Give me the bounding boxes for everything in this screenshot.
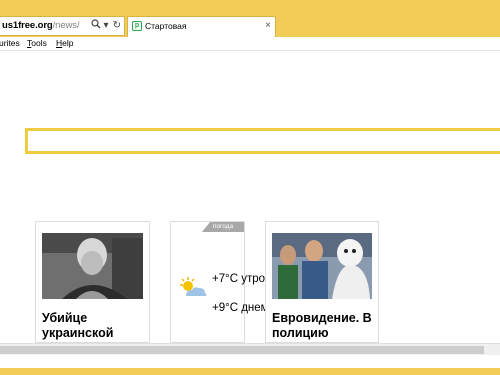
menu-favourites[interactable]: urites [0, 38, 20, 48]
news-image-1[interactable] [42, 233, 143, 299]
weather-tag: погода [202, 222, 244, 232]
news-title-1[interactable]: Убийце украинской [42, 311, 149, 341]
address-bar[interactable]: us1free.org/news/ ▾ ↻ [0, 16, 125, 36]
tab-startovaya[interactable]: p Стартовая × [127, 16, 276, 37]
taskbar [0, 368, 500, 375]
news-title-2[interactable]: Евровидение. В полицию [272, 311, 378, 341]
url-text[interactable]: us1free.org/news/ [2, 20, 80, 31]
menu-help[interactable]: Help [56, 38, 73, 48]
partly-cloudy-icon [178, 276, 208, 300]
menu-tools[interactable]: Tools [27, 38, 47, 48]
menu-bar: urites Tools Help [0, 37, 500, 51]
weather-day: +9°C днем [212, 302, 269, 314]
search-input[interactable] [25, 128, 500, 154]
close-tab-icon[interactable]: × [265, 20, 271, 31]
refresh-icon[interactable]: ↻ [111, 19, 123, 33]
tab-title: Стартовая [145, 21, 187, 31]
page-favicon-icon: p [132, 21, 142, 31]
news-card-1[interactable]: Убийце украинской [35, 221, 150, 343]
news-image-2[interactable] [272, 233, 372, 299]
status-bar [0, 355, 500, 368]
news-card-2[interactable]: Евровидение. В полицию [265, 221, 379, 343]
scrollbar-thumb[interactable] [0, 346, 484, 354]
weather-morning: +7°C утром [212, 273, 273, 285]
